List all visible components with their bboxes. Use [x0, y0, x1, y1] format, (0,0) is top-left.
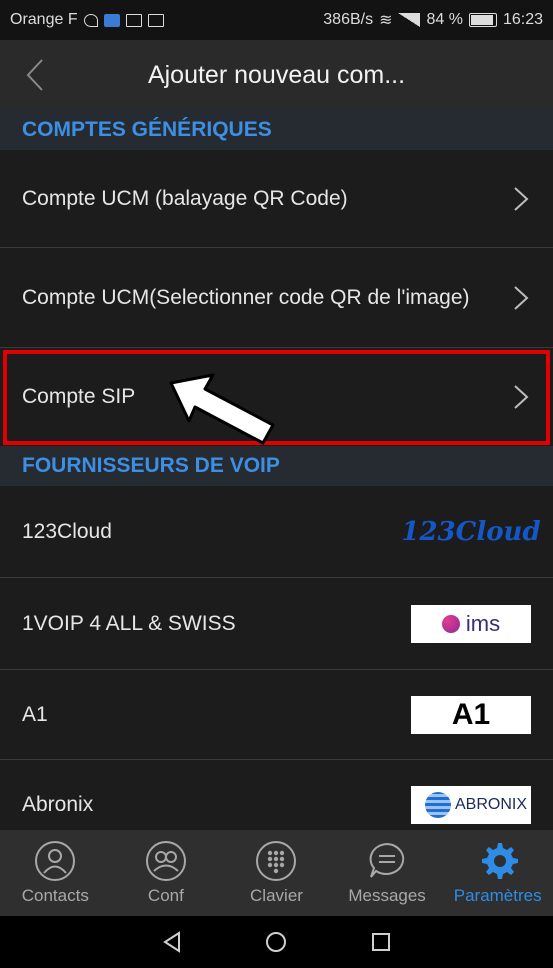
abronix-logo: ABRONIX [411, 784, 531, 826]
back-button[interactable] [0, 40, 70, 110]
toolbar: Ajouter nouveau com... [0, 40, 553, 110]
a1-logo: A1 [411, 694, 531, 736]
flower-icon [441, 614, 460, 633]
system-nav-bar [0, 916, 553, 968]
battery-icon [468, 13, 497, 27]
nav-label: Conf [147, 886, 184, 905]
nav-label: Paramètres [453, 886, 542, 905]
list-item-ucm-qr-scan[interactable]: Compte UCM (balayage QR Code) [0, 150, 553, 248]
chevron-right-icon [514, 285, 529, 310]
nav-keypad[interactable]: Clavier [221, 830, 332, 916]
page-title: Ajouter nouveau com... [147, 60, 406, 89]
123cloud-logo: 123Cloud [401, 516, 541, 547]
network-speed: 386B/s [323, 11, 374, 28]
wifi-icon: ≋ [379, 12, 393, 29]
status-bar: Orange F 386B/s ≋ 84 % 16:23 [0, 0, 553, 40]
ims-logo: ims [411, 603, 531, 645]
nav-label: Contacts [21, 886, 89, 905]
list-item-provider-1voip[interactable]: 1VOIP 4 ALL & SWISS ims [0, 578, 553, 670]
chevron-left-icon [26, 59, 43, 91]
mail-check-icon [147, 13, 164, 27]
keypad-icon [256, 841, 297, 881]
contact-icon [35, 841, 76, 881]
abronix-ring-icon [424, 792, 451, 818]
list-item-label: 1VOIP 4 ALL & SWISS [22, 611, 236, 635]
back-triangle-icon[interactable] [161, 931, 183, 953]
call-forward-icon [83, 13, 98, 27]
list-item-provider-a1[interactable]: A1 A1 [0, 670, 553, 760]
nav-settings[interactable]: Paramètres [442, 830, 553, 916]
mail-icon [125, 13, 142, 27]
battery-percent: 84 % [426, 11, 463, 28]
nav-conf[interactable]: Conf [111, 830, 222, 916]
nav-label: Clavier [250, 886, 303, 905]
status-right: 386B/s ≋ 84 % 16:23 [323, 10, 543, 30]
chevron-right-icon [514, 186, 529, 211]
nav-label: Messages [348, 886, 426, 905]
nav-contacts[interactable]: Contacts [0, 830, 111, 916]
nav-messages[interactable]: Messages [332, 830, 443, 916]
carrier-name: Orange F [10, 11, 78, 28]
list-item-label: Compte UCM(Selectionner code QR de l'ima… [22, 285, 470, 309]
home-circle-icon[interactable] [265, 931, 287, 953]
section-header-generic: COMPTES GÉNÉRIQUES [0, 110, 553, 150]
message-icon [369, 842, 405, 878]
pointer-arrow-icon [169, 373, 275, 445]
list-item-ucm-qr-image[interactable]: Compte UCM(Selectionner code QR de l'ima… [0, 248, 553, 348]
status-left: Orange F [10, 11, 164, 29]
recents-square-icon[interactable] [370, 931, 392, 953]
bottom-nav: Contacts Conf Clavier Messages Paramètre… [0, 830, 553, 916]
chevron-right-icon [514, 385, 529, 409]
clock: 16:23 [502, 11, 543, 28]
list-item-label: Abronix [22, 793, 94, 816]
conference-icon [145, 841, 186, 881]
list-item-label: 123Cloud [22, 519, 112, 543]
section-header-voip: FOURNISSEURS DE VOIP [0, 446, 553, 486]
settings-icon [481, 843, 518, 879]
list-item-label: Compte UCM (balayage QR Code) [22, 186, 348, 210]
signal-icon [398, 13, 421, 27]
list-item-label: A1 [22, 702, 48, 726]
app-notification-icon [103, 13, 120, 27]
list-item-provider-123cloud[interactable]: 123Cloud 123Cloud [0, 486, 553, 578]
